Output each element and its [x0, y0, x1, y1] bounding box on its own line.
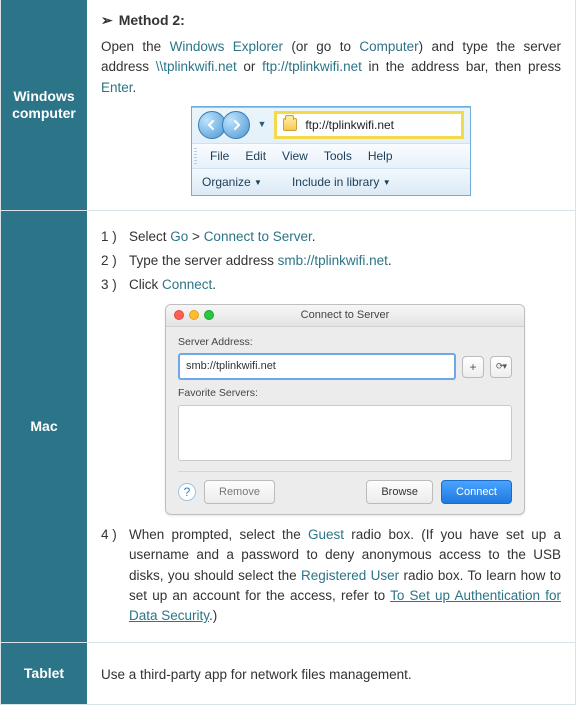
row-label-windows: Windows computer: [1, 0, 87, 210]
remove-button[interactable]: Remove: [204, 480, 275, 505]
server-address-row: smb://tplinkwifi.net + ⟳▾: [178, 353, 512, 380]
folder-icon: [283, 118, 297, 131]
browse-button[interactable]: Browse: [366, 480, 433, 505]
dialog-title: Connect to Server: [301, 307, 390, 324]
connect-button[interactable]: Connect: [441, 480, 512, 505]
window-controls: [174, 310, 214, 320]
step-num-3: 3 ): [101, 275, 117, 295]
maximize-icon[interactable]: [204, 310, 214, 320]
method-title: Method 2:: [119, 12, 185, 28]
favorite-servers-list[interactable]: [178, 405, 512, 461]
step-1: 1 ) Select Go > Connect to Server.: [101, 227, 561, 247]
step-3: 3 ) Click Connect.: [101, 275, 561, 295]
menu-view[interactable]: View: [282, 147, 308, 165]
link-windows-explorer[interactable]: Windows Explorer: [170, 39, 283, 54]
command-bar: Organize ▼ Include in library ▼: [192, 169, 470, 195]
history-button[interactable]: ⟳▾: [490, 356, 512, 378]
cell-windows: ➢ Method 2: Open the Windows Explorer (or…: [87, 0, 575, 210]
mac-steps-cont: 4 ) When prompted, select the Guest radi…: [101, 525, 561, 626]
forward-button-icon[interactable]: [222, 111, 250, 139]
link-enter-key[interactable]: Enter: [101, 80, 133, 95]
close-icon[interactable]: [174, 310, 184, 320]
server-address-input[interactable]: smb://tplinkwifi.net: [178, 353, 456, 380]
step-2: 2 ) Type the server address smb://tplink…: [101, 251, 561, 271]
connect-to-server-dialog: Connect to Server Server Address: smb://…: [165, 304, 525, 516]
address-input[interactable]: [303, 117, 455, 133]
dialog-titlebar: Connect to Server: [166, 305, 524, 327]
link-connect[interactable]: Connect: [162, 277, 212, 292]
menu-edit[interactable]: Edit: [245, 147, 266, 165]
cell-mac: 1 ) Select Go > Connect to Server. 2 ) T…: [87, 211, 575, 643]
step-num-1: 1 ): [101, 227, 117, 247]
row-tablet: Tablet Use a third-party app for network…: [1, 642, 575, 704]
help-button[interactable]: ?: [178, 483, 196, 501]
link-computer[interactable]: Computer: [359, 39, 418, 54]
menu-tools[interactable]: Tools: [324, 147, 352, 165]
tablet-text: Use a third-party app for network files …: [101, 665, 412, 685]
server-address-label: Server Address:: [178, 335, 512, 351]
row-label-mac: Mac: [1, 211, 87, 643]
chevron-down-icon: ▼: [383, 178, 391, 187]
chevron-down-icon: ▼: [254, 178, 262, 187]
link-smb-address[interactable]: smb://tplinkwifi.net: [278, 253, 388, 268]
minimize-icon[interactable]: [189, 310, 199, 320]
mac-steps: 1 ) Select Go > Connect to Server. 2 ) T…: [101, 227, 561, 296]
add-server-button[interactable]: +: [462, 356, 484, 378]
row-windows: Windows computer ➢ Method 2: Open the Win…: [1, 0, 575, 210]
windows-explorer-screenshot: ▼ File Edit View Tools Help: [101, 106, 561, 196]
explorer-window: ▼ File Edit View Tools Help: [191, 106, 471, 196]
method-heading: ➢ Method 2:: [101, 10, 561, 31]
link-registered-user[interactable]: Registered User: [301, 568, 399, 583]
link-go[interactable]: Go: [170, 229, 188, 244]
link-ftp-address[interactable]: ftp://tplinkwifi.net: [262, 59, 362, 74]
windows-paragraph: Open the Windows Explorer (or go to Comp…: [101, 37, 561, 98]
chevron-icon: ➢: [101, 12, 113, 28]
row-mac: Mac 1 ) Select Go > Connect to Server. 2…: [1, 210, 575, 643]
link-guest[interactable]: Guest: [308, 527, 344, 542]
mac-dialog-screenshot: Connect to Server Server Address: smb://…: [129, 304, 561, 516]
nav-dropdown-icon[interactable]: ▼: [254, 111, 270, 139]
dialog-body: Server Address: smb://tplinkwifi.net + ⟳…: [166, 327, 524, 515]
organize-button[interactable]: Organize ▼: [202, 173, 262, 191]
favorite-servers-label: Favorite Servers:: [178, 386, 512, 402]
menu-help[interactable]: Help: [368, 147, 393, 165]
link-unc-address[interactable]: \\tplinkwifi.net: [156, 59, 237, 74]
step-4: 4 ) When prompted, select the Guest radi…: [101, 525, 561, 626]
include-in-library-button[interactable]: Include in library ▼: [292, 173, 391, 191]
link-connect-to-server[interactable]: Connect to Server: [204, 229, 312, 244]
cell-tablet: Use a third-party app for network files …: [87, 643, 575, 704]
row-label-tablet: Tablet: [1, 643, 87, 704]
menu-bar: File Edit View Tools Help: [192, 143, 470, 169]
address-bar[interactable]: [274, 111, 464, 139]
instruction-table: Windows computer ➢ Method 2: Open the Win…: [0, 0, 576, 705]
step-num-4: 4 ): [101, 525, 117, 545]
dialog-footer: ? Remove Browse Connect: [178, 471, 512, 505]
menu-file[interactable]: File: [210, 147, 229, 165]
explorer-toolbar: ▼: [192, 107, 470, 143]
nav-buttons: [198, 111, 250, 139]
step-num-2: 2 ): [101, 251, 117, 271]
